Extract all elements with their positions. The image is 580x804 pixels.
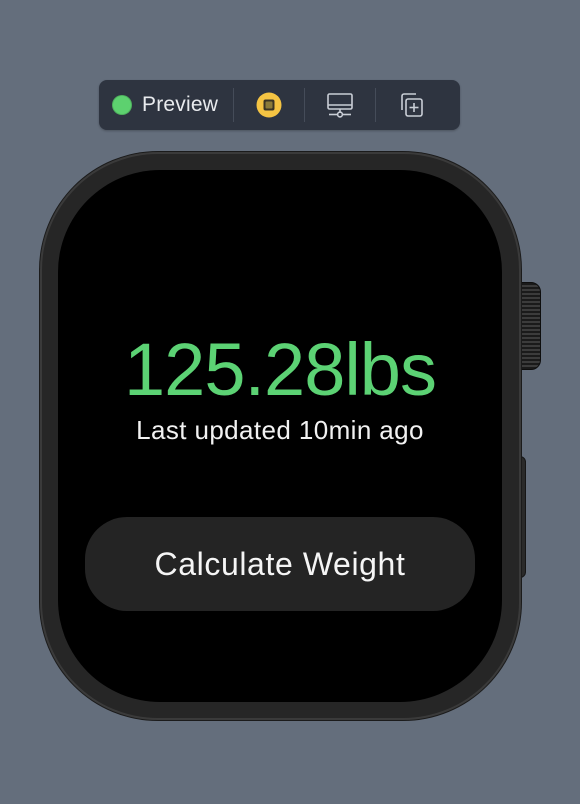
watch-screen: 125.28lbs Last updated 10min ago Calcula… xyxy=(58,170,502,702)
duplicate-preview-icon xyxy=(397,91,425,119)
duplicate-preview-button[interactable] xyxy=(376,80,446,130)
weight-value: 125.28lbs xyxy=(124,328,437,411)
device-settings-icon xyxy=(326,92,354,118)
stop-preview-button[interactable] xyxy=(234,80,304,130)
preview-toolbar: Preview xyxy=(99,80,460,130)
preview-mode-label: Preview xyxy=(142,93,219,116)
live-preview-toggle[interactable]: Preview xyxy=(99,80,233,130)
device-settings-button[interactable] xyxy=(305,80,375,130)
live-preview-dot-icon xyxy=(112,95,132,115)
calculate-weight-button[interactable]: Calculate Weight xyxy=(85,517,475,611)
last-updated-label: Last updated 10min ago xyxy=(136,415,424,445)
stop-icon xyxy=(256,92,282,118)
